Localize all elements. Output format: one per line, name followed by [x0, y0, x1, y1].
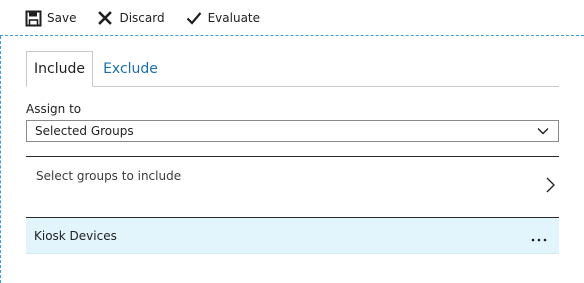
list-item[interactable]: Kiosk Devices	[26, 218, 559, 254]
chevron-down-icon	[536, 124, 550, 138]
tab-exclude[interactable]: Exclude	[93, 51, 168, 87]
save-label: Save	[47, 11, 77, 25]
close-icon	[96, 9, 114, 27]
checkmark-icon	[185, 9, 203, 27]
assign-to-dropdown[interactable]: Selected Groups	[26, 120, 559, 142]
assign-to-label: Assign to	[26, 102, 82, 116]
evaluate-button[interactable]: Evaluate	[185, 0, 260, 36]
focus-border-top	[0, 35, 584, 36]
tab-include-label: Include	[34, 61, 85, 77]
more-icon[interactable]	[529, 226, 549, 246]
tab-include[interactable]: Include	[26, 51, 93, 87]
select-groups-row[interactable]: Select groups to include	[26, 157, 559, 217]
select-groups-label: Select groups to include	[36, 169, 182, 183]
tab-exclude-label: Exclude	[103, 61, 158, 77]
discard-label: Discard	[119, 11, 165, 25]
tab-strip: Include Exclude	[26, 51, 559, 87]
evaluate-label: Evaluate	[207, 11, 261, 25]
command-bar: Save Discard Evaluate	[0, 0, 584, 36]
focus-border-left	[0, 36, 1, 283]
group-name: Kiosk Devices	[34, 229, 117, 243]
chevron-right-icon	[543, 175, 557, 195]
save-button[interactable]: Save	[24, 0, 76, 36]
discard-button[interactable]: Discard	[96, 0, 165, 36]
save-icon	[24, 9, 42, 27]
assign-to-value: Selected Groups	[35, 124, 134, 138]
